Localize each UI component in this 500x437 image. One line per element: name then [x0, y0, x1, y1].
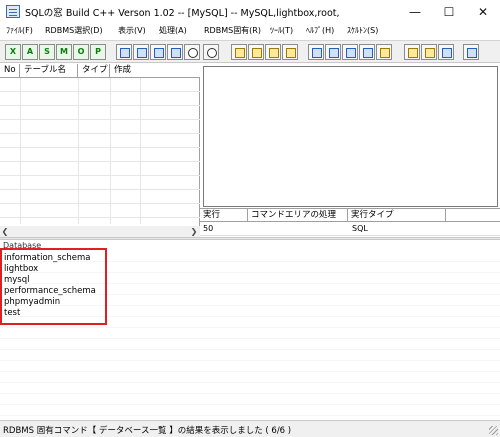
column-header-no[interactable]: No [0, 64, 20, 77]
exec-type-column-header[interactable]: 実行タイプ [348, 209, 446, 221]
menu-tools[interactable]: ﾂｰﾙ(T) [270, 25, 293, 36]
toolbar-o-button[interactable]: O [73, 44, 89, 60]
close-button[interactable]: ✕ [466, 0, 500, 23]
column-header-created[interactable]: 作成 [110, 64, 200, 77]
col-delete-icon[interactable] [265, 44, 281, 60]
exec-count: 50 [203, 224, 214, 233]
table-list-rows [0, 78, 200, 224]
resize-grip[interactable] [489, 426, 498, 435]
windows-icon[interactable] [438, 44, 454, 60]
sql-editor[interactable] [203, 66, 498, 207]
menu-help[interactable]: ﾍﾙﾌﾟ(H) [306, 25, 334, 36]
db-tree-icon[interactable] [116, 44, 132, 60]
col-next-icon[interactable] [282, 44, 298, 60]
exec-header: 実行 コマンドエリアの処理 実行タイプ [200, 208, 500, 222]
menu-view[interactable]: 表示(V) [118, 25, 146, 36]
copy-icon[interactable] [342, 44, 358, 60]
toolbar-a-button[interactable]: A [22, 44, 38, 60]
grid-divider [140, 78, 141, 224]
column-header-table-name[interactable]: テーブル名 [20, 64, 78, 77]
menu-rdbms-specific[interactable]: RDBMS固有(R) [204, 25, 261, 36]
menu-file[interactable]: ﾌｧｲﾙ(F) [6, 25, 33, 36]
toolbar-p-button[interactable]: P [90, 44, 106, 60]
exec-row[interactable]: 50 SQL [200, 222, 500, 236]
column-header-type[interactable]: タイプ [78, 64, 110, 77]
expand-icon[interactable] [133, 44, 149, 60]
toolbar-x-button[interactable]: X [5, 44, 21, 60]
maximize-button[interactable]: ☐ [432, 0, 466, 23]
scroll-left-icon[interactable]: ❮ [0, 226, 10, 237]
app-icon [6, 5, 20, 18]
chart-icon[interactable] [325, 44, 341, 60]
minimize-button[interactable]: — [398, 0, 432, 23]
exec-type: SQL [352, 224, 368, 233]
menu-rdbms-select[interactable]: RDBMS選択(D) [45, 25, 103, 36]
table-list-header: No テーブル名 タイプ 作成 [0, 64, 200, 78]
grid-divider [110, 78, 111, 224]
search-icon[interactable] [203, 44, 219, 60]
toolbar: X A S M O P [0, 40, 500, 63]
results-panel[interactable]: Database information_schema lightbox mys… [0, 240, 500, 420]
grid-divider [20, 78, 21, 224]
menu-process[interactable]: 処理(A) [159, 25, 187, 36]
highlight-box [0, 248, 107, 325]
command-column-header[interactable]: コマンドエリアの処理 [248, 209, 348, 221]
status-bar: RDBMS 固有コマンド【 データベース一覧 】の結果を表示しました ( 6/6… [0, 420, 500, 437]
col-prev-icon[interactable] [248, 44, 264, 60]
grid-divider [78, 78, 79, 224]
table-list-panel[interactable]: No テーブル名 タイプ 作成 ❮ ❯ [0, 64, 200, 237]
menu-bar: ﾌｧｲﾙ(F) RDBMS選択(D) 表示(V) 処理(A) RDBMS固有(R… [0, 23, 500, 38]
filter-icon[interactable] [421, 44, 437, 60]
txt-export-icon[interactable] [404, 44, 420, 60]
horizontal-scrollbar[interactable]: ❮ ❯ [0, 226, 200, 237]
menu-skeleton[interactable]: ｽｹﾙﾄﾝ(S) [347, 25, 378, 36]
status-text: RDBMS 固有コマンド【 データベース一覧 】の結果を表示しました ( 6/6… [3, 426, 292, 436]
refresh-icon[interactable] [184, 44, 200, 60]
save-icon[interactable] [359, 44, 375, 60]
exec-column-header[interactable]: 実行 [200, 209, 248, 221]
collapse-icon[interactable] [150, 44, 166, 60]
expand-all-icon[interactable] [167, 44, 183, 60]
font-icon[interactable] [463, 44, 479, 60]
scroll-right-icon[interactable]: ❯ [189, 226, 199, 237]
open-folder-icon[interactable] [376, 44, 392, 60]
col-icon[interactable] [231, 44, 247, 60]
window-icon[interactable] [308, 44, 324, 60]
toolbar-m-button[interactable]: M [56, 44, 72, 60]
toolbar-s-button[interactable]: S [39, 44, 55, 60]
window-title: SQLの窓 Build C++ Verson 1.02 -- [MySQL] -… [25, 8, 340, 19]
title-bar: SQLの窓 Build C++ Verson 1.02 -- [MySQL] -… [0, 0, 500, 23]
